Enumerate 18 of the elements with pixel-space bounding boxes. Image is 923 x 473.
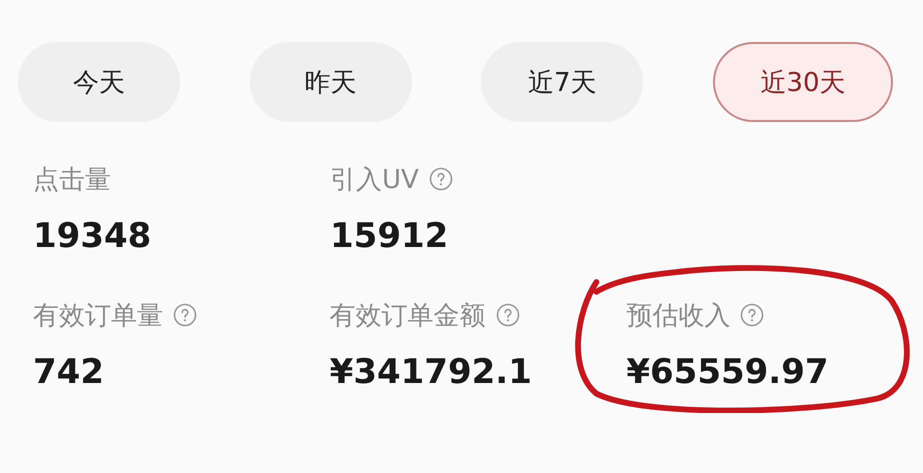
metric-value: 742 bbox=[33, 352, 105, 392]
metric-label: 有效订单量 bbox=[33, 300, 163, 332]
period-tab[interactable]: 今天 bbox=[18, 42, 180, 122]
help-icon[interactable] bbox=[173, 303, 197, 327]
metric-label: 预估收入 bbox=[626, 300, 730, 332]
metric-label: 有效订单金额 bbox=[330, 300, 486, 332]
metric-value: 15912 bbox=[330, 216, 450, 256]
help-icon[interactable] bbox=[428, 167, 453, 191]
period-tab[interactable]: 昨天 bbox=[250, 42, 412, 122]
period-tab[interactable]: 近7天 bbox=[481, 42, 644, 122]
period-tab[interactable]: 近30天 bbox=[712, 42, 893, 122]
metric-label: 引入UV bbox=[330, 164, 419, 196]
metric-label: 点击量 bbox=[33, 164, 111, 196]
help-icon[interactable] bbox=[740, 303, 764, 327]
metric-value: ¥341792.1 bbox=[330, 352, 533, 392]
metric-value: 19348 bbox=[33, 216, 152, 256]
help-icon[interactable] bbox=[496, 303, 520, 327]
metric-value: ¥65559.97 bbox=[626, 352, 830, 392]
